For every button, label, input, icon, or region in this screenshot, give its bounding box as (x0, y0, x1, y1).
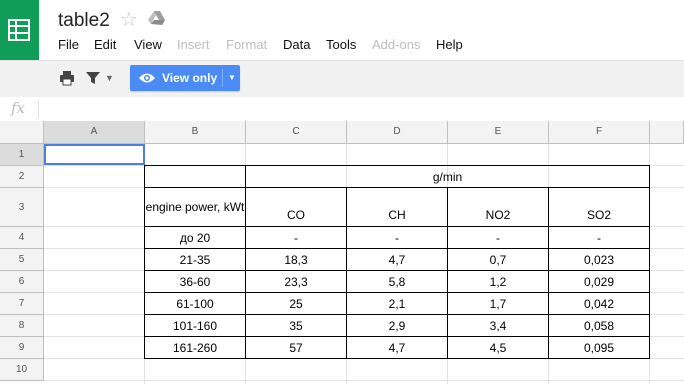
table-cell-co[interactable]: 18,3 (245, 248, 347, 271)
table-cell-b2[interactable] (144, 165, 246, 188)
table-cell-so2[interactable]: 0,095 (548, 336, 650, 359)
button-divider (222, 69, 223, 87)
menu-view[interactable]: View (134, 37, 162, 53)
selected-cell-a1[interactable] (44, 144, 145, 165)
table-cell-co[interactable]: 57 (245, 336, 347, 359)
sheets-logo[interactable] (0, 0, 39, 60)
table-cell-co[interactable]: 25 (245, 292, 347, 315)
menu-format[interactable]: Format (226, 37, 267, 53)
sheets-grid-icon (8, 19, 30, 41)
table-header-co[interactable]: CO (245, 187, 347, 227)
row-header-2[interactable]: 2 (0, 166, 44, 188)
table-cell-power[interactable]: 61-100 (144, 292, 246, 315)
document-title[interactable]: table2 (58, 9, 110, 33)
menu-edit[interactable]: Edit (94, 37, 116, 53)
table-cell-power[interactable]: 161-260 (144, 336, 246, 359)
table-cell-so2[interactable]: - (548, 226, 650, 249)
table-cell-no2[interactable]: 1,7 (447, 292, 549, 315)
table-cell-power[interactable]: 36-60 (144, 270, 246, 293)
column-header-c[interactable]: C (246, 121, 347, 144)
filter-dropdown-icon[interactable]: ▼ (105, 72, 114, 84)
toolbar (0, 60, 684, 98)
table-cell-ch[interactable]: 4,7 (346, 248, 448, 271)
move-to-folder-icon[interactable] (148, 11, 168, 32)
table-cell-ch[interactable]: 5,8 (346, 270, 448, 293)
table-cell-ch[interactable]: 2,1 (346, 292, 448, 315)
table-cell-power[interactable]: до 20 (144, 226, 246, 249)
view-only-button[interactable]: View only ▼ (130, 65, 240, 91)
fx-icon: fx (11, 99, 26, 117)
table-cell-no2[interactable]: 1,2 (447, 270, 549, 293)
menu-data[interactable]: Data (283, 37, 310, 53)
view-only-label: View only (162, 71, 218, 85)
table-cell-so2[interactable]: 0,042 (548, 292, 650, 315)
row-header-9[interactable]: 9 (0, 337, 44, 359)
table-cell-so2[interactable]: 0,023 (548, 248, 650, 271)
table-header-so2[interactable]: SO2 (548, 187, 650, 227)
row-header-10[interactable]: 10 (0, 359, 44, 381)
row-header-5[interactable]: 5 (0, 249, 44, 271)
view-only-dropdown-icon[interactable]: ▼ (228, 72, 236, 84)
table-cell-co[interactable]: 23,3 (245, 270, 347, 293)
column-header-a[interactable]: A (44, 121, 145, 144)
table-cell-no2[interactable]: 4,5 (447, 336, 549, 359)
column-header-b[interactable]: B (145, 121, 246, 144)
table-header-no2[interactable]: NO2 (447, 187, 549, 227)
formula-bar[interactable] (0, 97, 684, 122)
column-header-e[interactable]: E (448, 121, 549, 144)
row-header-7[interactable]: 7 (0, 293, 44, 315)
table-header-engine-power[interactable]: engine power, kWt (144, 187, 246, 227)
column-header-d[interactable]: D (347, 121, 448, 144)
row-header-4[interactable]: 4 (0, 227, 44, 249)
filter-icon[interactable] (85, 70, 101, 91)
eye-icon (138, 71, 156, 90)
column-header-g[interactable] (650, 121, 684, 144)
table-cell-power[interactable]: 21-35 (144, 248, 246, 271)
table-cell-no2[interactable]: - (447, 226, 549, 249)
table-cell-ch[interactable]: 2,9 (346, 314, 448, 337)
table-cell-no2[interactable]: 0,7 (447, 248, 549, 271)
table-cell-co[interactable]: 35 (245, 314, 347, 337)
print-icon[interactable] (59, 70, 75, 91)
table-cell-ch[interactable]: 4,7 (346, 336, 448, 359)
menu-insert[interactable]: Insert (177, 37, 210, 53)
formula-divider (38, 100, 39, 118)
table-cell-no2[interactable]: 3,4 (447, 314, 549, 337)
table-cell-ch[interactable]: - (346, 226, 448, 249)
table-cell-so2[interactable]: 0,029 (548, 270, 650, 293)
table-cell-power[interactable]: 101-160 (144, 314, 246, 337)
table-cell-co[interactable]: - (245, 226, 347, 249)
menu-file[interactable]: File (58, 37, 79, 53)
select-all-corner[interactable] (0, 121, 44, 144)
row-header-8[interactable]: 8 (0, 315, 44, 337)
row-header-1[interactable]: 1 (0, 144, 44, 166)
star-icon[interactable]: ☆ (120, 8, 138, 32)
table-cell-so2[interactable]: 0,058 (548, 314, 650, 337)
grid-line (44, 380, 684, 381)
row-header-3[interactable]: 3 (0, 188, 44, 227)
table-group-header[interactable]: g/min (245, 165, 650, 188)
table-header-ch[interactable]: CH (346, 187, 448, 227)
menu-add-ons[interactable]: Add-ons (372, 37, 420, 53)
menu-tools[interactable]: Tools (326, 37, 356, 53)
menu-help[interactable]: Help (436, 37, 463, 53)
column-header-f[interactable]: F (549, 121, 650, 144)
row-header-6[interactable]: 6 (0, 271, 44, 293)
